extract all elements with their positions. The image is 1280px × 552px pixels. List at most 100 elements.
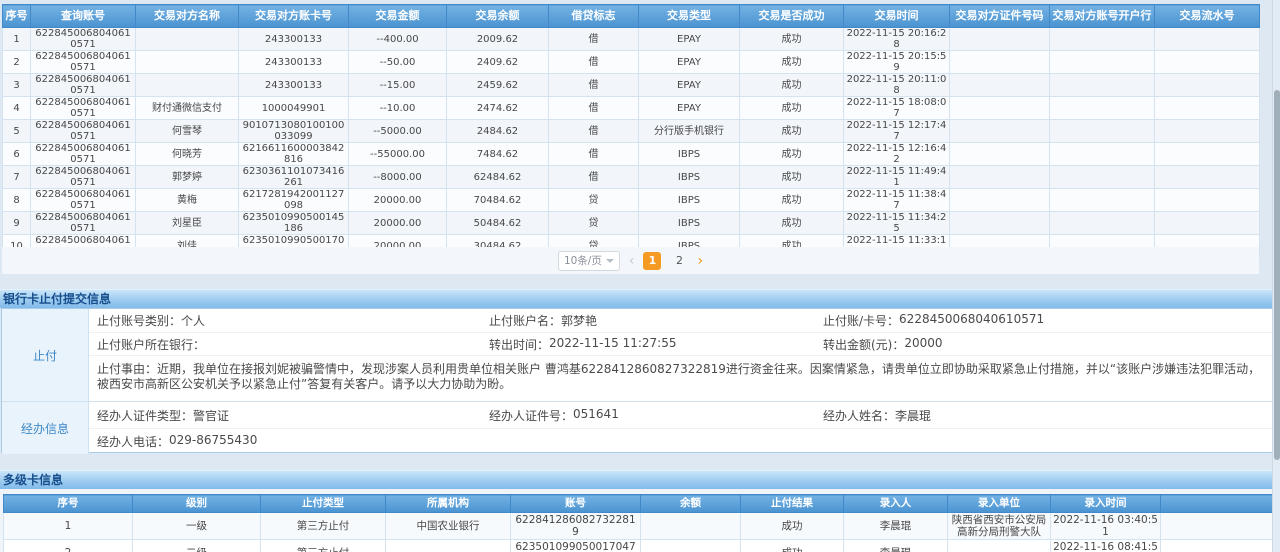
table-cell: 成功 bbox=[740, 212, 844, 235]
field-label: 经办人证件类型： bbox=[97, 407, 193, 424]
table-cell bbox=[1050, 97, 1155, 120]
table-cell: 中国农业银行 bbox=[386, 513, 511, 540]
table-cell: 李晨琨 bbox=[844, 540, 948, 552]
field-value: 警官证 bbox=[193, 407, 229, 424]
field-account-bank: 止付账户所在银行： bbox=[97, 336, 489, 353]
table-row: 66228450068040610571何晓芳62166116000038428… bbox=[3, 143, 1260, 166]
field-handler-phone: 经办人电话： 029-86755430 bbox=[97, 433, 489, 450]
table-cell: 何雪琴 bbox=[136, 120, 239, 143]
table-cell: 刘星臣 bbox=[136, 212, 239, 235]
header-row: 序号查询账号交易对方名称交易对方账卡号交易金额交易余额借贷标志交易类型交易是否成… bbox=[3, 5, 1260, 28]
field-value: 051641 bbox=[573, 407, 619, 424]
field-label: 止付账户所在银行： bbox=[97, 336, 205, 353]
table-cell: 2022-11-15 20:15:59 bbox=[844, 51, 950, 74]
table-cell bbox=[1155, 97, 1260, 120]
table-cell: 借 bbox=[549, 97, 639, 120]
table-cell: 第三方止付 bbox=[261, 540, 386, 552]
table-cell: --8000.00 bbox=[349, 166, 447, 189]
table-cell: 2009.62 bbox=[447, 28, 549, 51]
table-cell: 黄梅 bbox=[136, 189, 239, 212]
table-cell: IBPS bbox=[639, 212, 740, 235]
group-label-jingban: 经办信息 bbox=[2, 402, 89, 454]
table-cell: 2 bbox=[4, 540, 133, 552]
vertical-scrollbar[interactable] bbox=[1272, 0, 1280, 552]
table-cell: 6 bbox=[3, 143, 31, 166]
page-size-select[interactable]: 10条/页 bbox=[558, 251, 620, 271]
table-cell bbox=[1050, 212, 1155, 235]
table-cell bbox=[1050, 74, 1155, 97]
next-page-button[interactable]: › bbox=[697, 253, 703, 269]
table-cell: 成功 bbox=[741, 540, 844, 552]
column-header: 序号 bbox=[3, 5, 31, 28]
column-header: 查询账号 bbox=[31, 5, 136, 28]
table-cell bbox=[641, 540, 741, 552]
table-row: 86228450068040610571黄梅621728194200112709… bbox=[3, 189, 1260, 212]
group-label-zhifu: 止付 bbox=[2, 309, 89, 401]
table-cell: 70484.62 bbox=[447, 189, 549, 212]
table-cell: --5000.00 bbox=[349, 120, 447, 143]
page-2-button[interactable]: 2 bbox=[670, 252, 688, 270]
table-cell: 成功 bbox=[740, 166, 844, 189]
field-label: 止付账/卡号： bbox=[823, 312, 899, 329]
page-size-label: 10条/页 bbox=[564, 253, 602, 268]
field-account-name: 止付账户名： 郭梦艳 bbox=[489, 312, 823, 329]
table-cell bbox=[1155, 143, 1260, 166]
prev-page-button[interactable]: ‹ bbox=[629, 253, 635, 269]
field-label: 经办人证件号： bbox=[489, 407, 573, 424]
table-cell: 借 bbox=[549, 166, 639, 189]
table-cell: 郭梦婷 bbox=[136, 166, 239, 189]
table-cell: 成功 bbox=[741, 513, 844, 540]
table-cell: 成功 bbox=[740, 74, 844, 97]
table-row: 16228450068040610571243300133--400.00200… bbox=[3, 28, 1260, 51]
table-cell: 2409.62 bbox=[447, 51, 549, 74]
table-cell: 5 bbox=[3, 120, 31, 143]
column-header: 余额 bbox=[641, 495, 741, 513]
column-header: 交易时间 bbox=[844, 5, 950, 28]
table-cell: 7484.62 bbox=[447, 143, 549, 166]
table-cell: 陕西省西安市公安局高新分局刑警大队 bbox=[948, 513, 1051, 540]
table-cell: 3 bbox=[3, 74, 31, 97]
field-value: 6228450068040610571 bbox=[899, 312, 1044, 329]
column-header: 止付类型 bbox=[261, 495, 386, 513]
table-cell bbox=[1050, 28, 1155, 51]
stop-payment-group: 止付 止付账号类别： 个人 止付账户名： 郭梦艳 止付账/卡号： 6228450… bbox=[2, 309, 1278, 401]
table-cell bbox=[950, 28, 1050, 51]
table-cell: 成功 bbox=[740, 97, 844, 120]
field-label: 止付账户名： bbox=[489, 312, 561, 329]
table-cell: 8 bbox=[3, 189, 31, 212]
table-cell: EPAY bbox=[639, 97, 740, 120]
table-cell bbox=[950, 97, 1050, 120]
table-cell bbox=[950, 166, 1050, 189]
scrollbar-thumb[interactable] bbox=[1274, 90, 1280, 460]
table-cell: 6228450068040610571 bbox=[31, 143, 136, 166]
table-cell: 一级 bbox=[133, 513, 261, 540]
table-cell bbox=[1050, 189, 1155, 212]
table-cell: 6228450068040610571 bbox=[31, 74, 136, 97]
field-row: 经办人证件类型： 警官证 经办人证件号： 051641 经办人姓名： 李晨琨 bbox=[89, 402, 1278, 428]
table-cell: 2022-11-15 20:16:28 bbox=[844, 28, 950, 51]
column-header: 序号 bbox=[4, 495, 133, 513]
table-cell: 成功 bbox=[740, 143, 844, 166]
table-cell: 2022-11-16 08:41:56 bbox=[1051, 540, 1161, 552]
table-row: 36228450068040610571243300133--15.002459… bbox=[3, 74, 1260, 97]
table-cell: 2022-11-15 11:49:41 bbox=[844, 166, 950, 189]
table-cell bbox=[1050, 166, 1155, 189]
table-row: 26228450068040610571243300133--50.002409… bbox=[3, 51, 1260, 74]
table-cell bbox=[1161, 540, 1277, 552]
field-value: 2022-11-15 11:27:55 bbox=[549, 336, 676, 353]
column-header: 交易类型 bbox=[639, 5, 740, 28]
table-cell: 2 bbox=[3, 51, 31, 74]
page-1-button[interactable]: 1 bbox=[643, 252, 661, 270]
stop-payment-section-title: 银行卡止付提交信息 bbox=[0, 289, 1280, 308]
table-cell: 6230361101073416261 bbox=[239, 166, 349, 189]
field-row: 止付账户所在银行： 转出时间： 2022-11-15 11:27:55 转出金额… bbox=[89, 332, 1278, 355]
table-cell: 62484.62 bbox=[447, 166, 549, 189]
table-cell: 分行版手机银行 bbox=[639, 120, 740, 143]
field-value: 20000 bbox=[904, 336, 942, 353]
column-header: 账号 bbox=[511, 495, 641, 513]
table-cell bbox=[950, 212, 1050, 235]
field-account-type: 止付账号类别： 个人 bbox=[97, 312, 489, 329]
transactions-table: 序号查询账号交易对方名称交易对方账卡号交易金额交易余额借贷标志交易类型交易是否成… bbox=[2, 4, 1260, 258]
table-cell: 借 bbox=[549, 143, 639, 166]
table-cell: 2022-11-15 18:08:07 bbox=[844, 97, 950, 120]
